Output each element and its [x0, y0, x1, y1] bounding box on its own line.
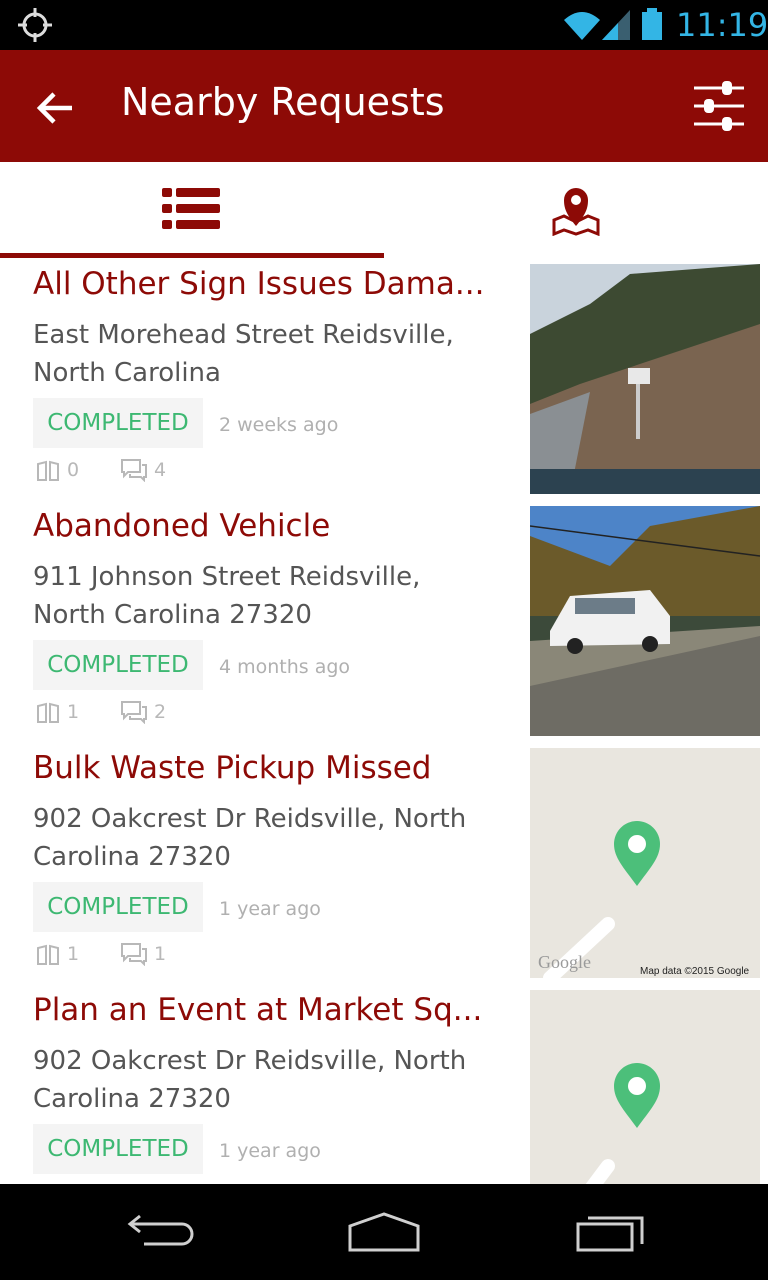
request-title: Plan an Event at Market Sq... [33, 992, 483, 1028]
location-icon [18, 8, 52, 42]
wifi-icon [564, 12, 600, 40]
tab-map[interactable] [384, 162, 768, 258]
comment-icon [121, 701, 147, 725]
request-age: 1 year ago [219, 898, 321, 920]
vote-count: 1 [35, 700, 79, 724]
comment-count: 2 [120, 700, 166, 725]
request-title: Bulk Waste Pickup Missed [33, 750, 432, 786]
binoculars-icon [37, 944, 59, 965]
filter-sliders-icon[interactable] [692, 78, 746, 134]
system-nav-bar [0, 1184, 768, 1280]
battery-icon [642, 8, 662, 40]
request-address: 902 Oakcrest Dr Reidsville, North Caroli… [33, 804, 467, 872]
list-item[interactable]: All Other Sign Issues Dama... East Moreh… [0, 258, 768, 500]
map-thumbnail[interactable] [530, 990, 760, 1184]
request-photo[interactable] [530, 264, 760, 494]
home-icon[interactable] [346, 1210, 422, 1254]
request-address: 911 Johnson Street Reidsville, North Car… [33, 562, 421, 630]
request-age: 2 weeks ago [219, 414, 339, 436]
recent-apps-icon[interactable] [574, 1210, 646, 1254]
tab-list[interactable] [0, 162, 384, 258]
request-title: All Other Sign Issues Dama... [33, 266, 485, 302]
comment-icon [121, 459, 147, 483]
status-badge: COMPLETED [33, 882, 203, 932]
vote-count: 0 [35, 458, 79, 482]
vote-count: 1 [35, 942, 79, 966]
request-age: 1 year ago [219, 1140, 321, 1162]
binoculars-icon [37, 460, 59, 481]
list-item[interactable]: Plan an Event at Market Sq... 902 Oakcre… [0, 984, 768, 1184]
list-item[interactable]: Bulk Waste Pickup Missed 902 Oakcrest Dr… [0, 742, 768, 984]
status-badge: COMPLETED [33, 398, 203, 448]
status-badge: COMPLETED [33, 640, 203, 690]
view-tabs [0, 162, 768, 258]
request-age: 4 months ago [219, 656, 351, 678]
map-thumbnail[interactable]: Google Map data ©2015 Google [530, 748, 760, 978]
page-title: Nearby Requests [121, 80, 445, 124]
map-attribution: Map data ©2015 Google [640, 966, 750, 977]
request-list: All Other Sign Issues Dama... East Moreh… [0, 258, 768, 1184]
app-bar: Nearby Requests [0, 50, 768, 162]
status-badge: COMPLETED [33, 1124, 203, 1174]
signal-icon [602, 10, 630, 40]
list-icon [162, 188, 220, 229]
list-item[interactable]: Abandoned Vehicle 911 Johnson Street Rei… [0, 500, 768, 742]
back-icon[interactable] [126, 1210, 194, 1250]
back-arrow-icon[interactable] [34, 86, 78, 130]
binoculars-icon [37, 702, 59, 723]
request-photo[interactable] [530, 506, 760, 736]
clock: 11:19 [676, 6, 768, 44]
request-address: East Morehead Street Reidsville, North C… [33, 320, 454, 388]
comment-icon [121, 943, 147, 967]
comment-count: 4 [120, 458, 166, 483]
request-title: Abandoned Vehicle [33, 508, 331, 544]
google-logo: Google [538, 952, 591, 972]
status-bar: 11:19 [0, 0, 768, 50]
request-address: 902 Oakcrest Dr Reidsville, North Caroli… [33, 1046, 467, 1114]
map-icon [552, 188, 600, 236]
comment-count: 1 [120, 942, 166, 967]
